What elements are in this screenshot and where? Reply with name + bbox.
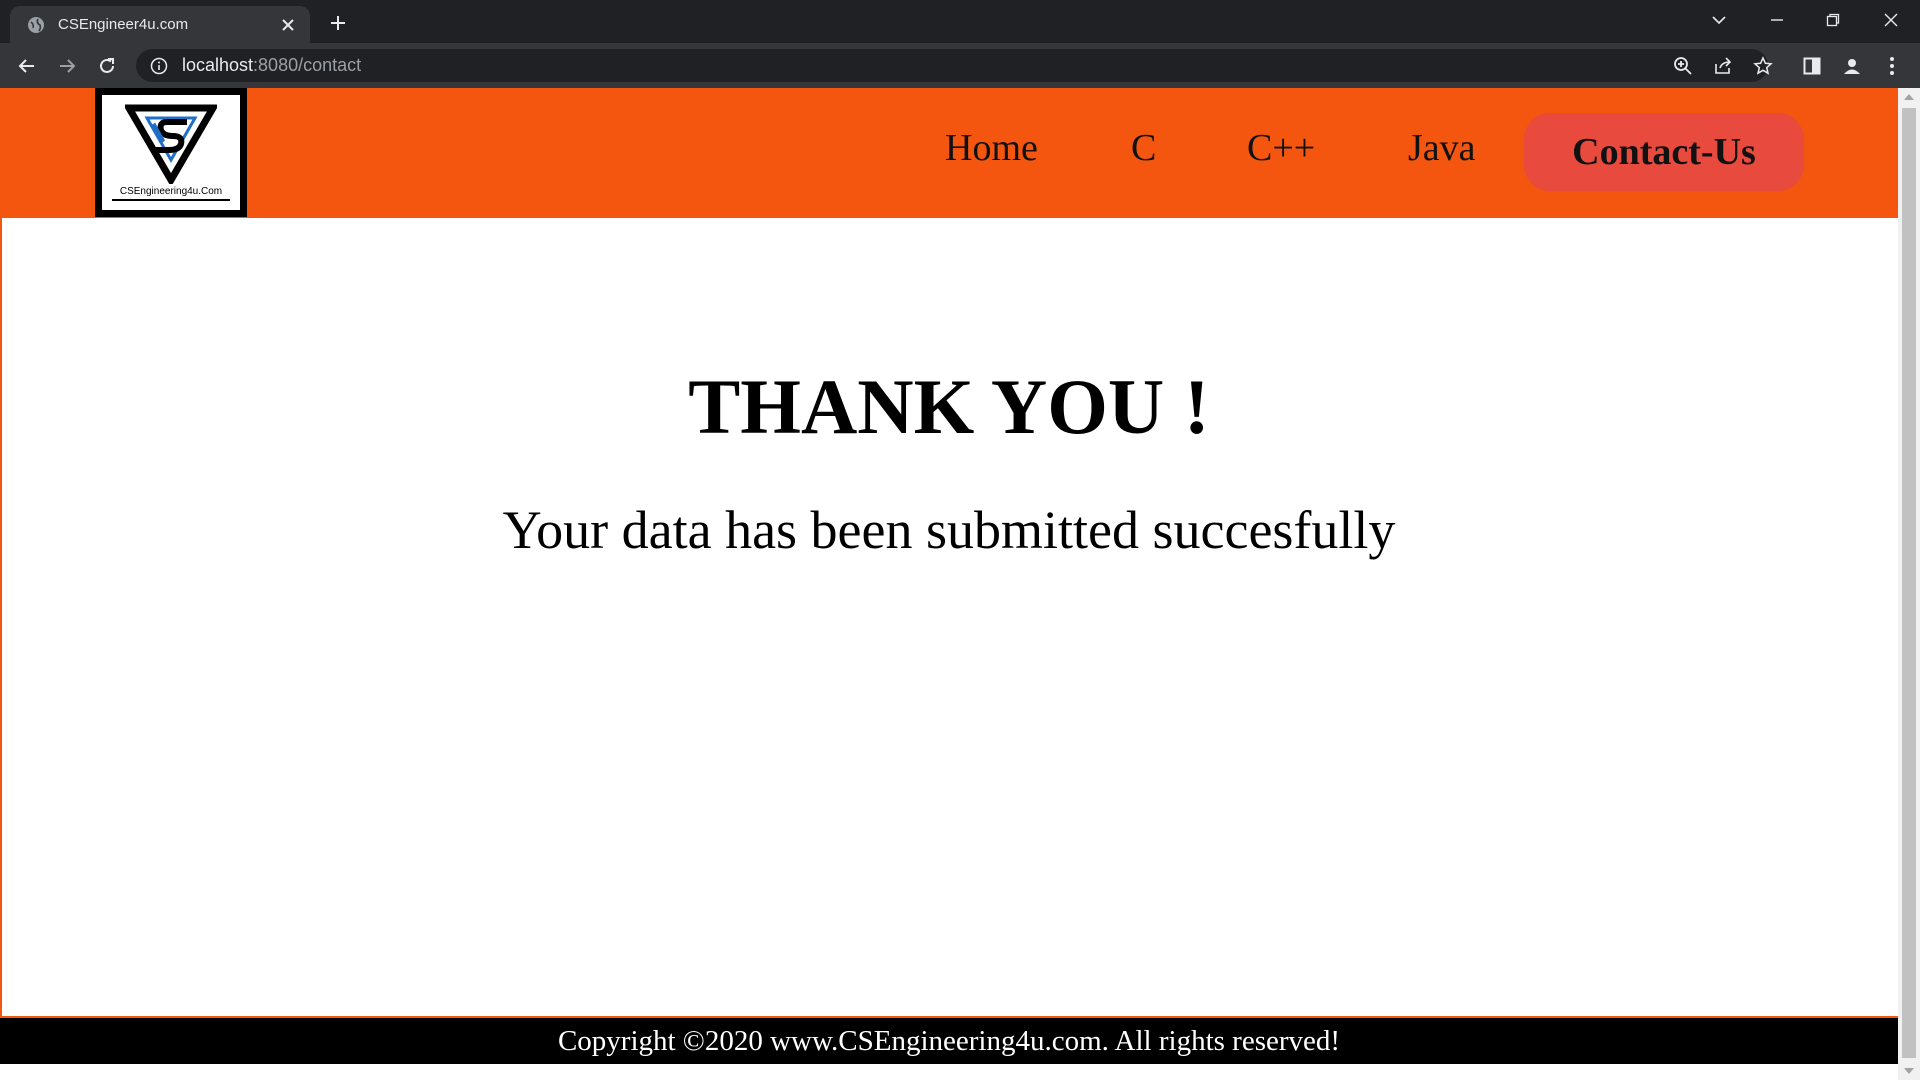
nav-cpp[interactable]: C++ [1247, 126, 1315, 170]
globe-favicon-icon [26, 15, 46, 35]
kebab-menu-icon[interactable] [1877, 51, 1907, 81]
scroll-thumb[interactable] [1902, 108, 1916, 1058]
nav-java[interactable]: Java [1408, 126, 1476, 170]
browser-tab[interactable]: CSEngineer4u.com [10, 6, 310, 43]
logo-underline [112, 199, 230, 201]
browser-toolbar: localhost:8080/contact [0, 43, 1920, 88]
left-border [0, 218, 2, 1018]
scroll-down-icon[interactable] [1898, 1062, 1920, 1080]
url-path: :8080/contact [253, 55, 362, 75]
site-footer: Copyright ©2020 www.CSEngineering4u.com.… [0, 1016, 1898, 1064]
contact-us-button[interactable]: Contact-Us [1524, 113, 1804, 191]
footer-copyright: Copyright ©2020 www.CSEngineering4u.com.… [557, 1024, 1341, 1057]
zoom-icon[interactable] [1668, 51, 1698, 81]
minimize-icon[interactable] [1762, 6, 1792, 34]
window-close-icon[interactable] [1876, 6, 1906, 34]
address-bar[interactable]: localhost:8080/contact [136, 49, 1773, 82]
nav-home[interactable]: Home [945, 126, 1038, 170]
back-arrow-icon[interactable] [12, 51, 42, 81]
chevron-down-icon[interactable] [1704, 6, 1734, 34]
success-message: Your data has been submitted succesfully [502, 500, 1396, 560]
nav-c[interactable]: C [1131, 126, 1156, 170]
close-icon[interactable] [278, 15, 298, 35]
profile-icon[interactable] [1837, 51, 1867, 81]
forward-arrow-icon[interactable] [52, 51, 82, 81]
tab-title: CSEngineer4u.com [58, 16, 189, 33]
cs-logo-icon [125, 104, 217, 184]
info-icon[interactable] [150, 57, 168, 75]
page-title: THANK YOU ! [688, 363, 1210, 450]
site-header: CSEngineering4u.Com Home C C++ Java Cont… [0, 88, 1898, 218]
vertical-scrollbar[interactable] [1898, 88, 1920, 1080]
logo-text: CSEngineering4u.Com [119, 186, 223, 197]
star-icon[interactable] [1748, 51, 1778, 81]
logo-inner: CSEngineering4u.Com [100, 93, 242, 212]
restore-icon[interactable] [1818, 6, 1848, 34]
page-viewport: CSEngineering4u.Com Home C C++ Java Cont… [0, 88, 1920, 1080]
share-icon[interactable] [1708, 51, 1738, 81]
reload-icon[interactable] [92, 51, 122, 81]
browser-tab-bar: CSEngineer4u.com [0, 0, 1920, 43]
scroll-up-icon[interactable] [1898, 88, 1920, 106]
url-text: localhost:8080/contact [182, 55, 361, 76]
site-logo[interactable]: CSEngineering4u.Com [95, 88, 247, 217]
side-panel-icon[interactable] [1797, 51, 1827, 81]
bottom-strip [0, 1064, 1898, 1080]
plus-icon[interactable] [325, 10, 351, 36]
url-host: localhost [182, 55, 254, 75]
